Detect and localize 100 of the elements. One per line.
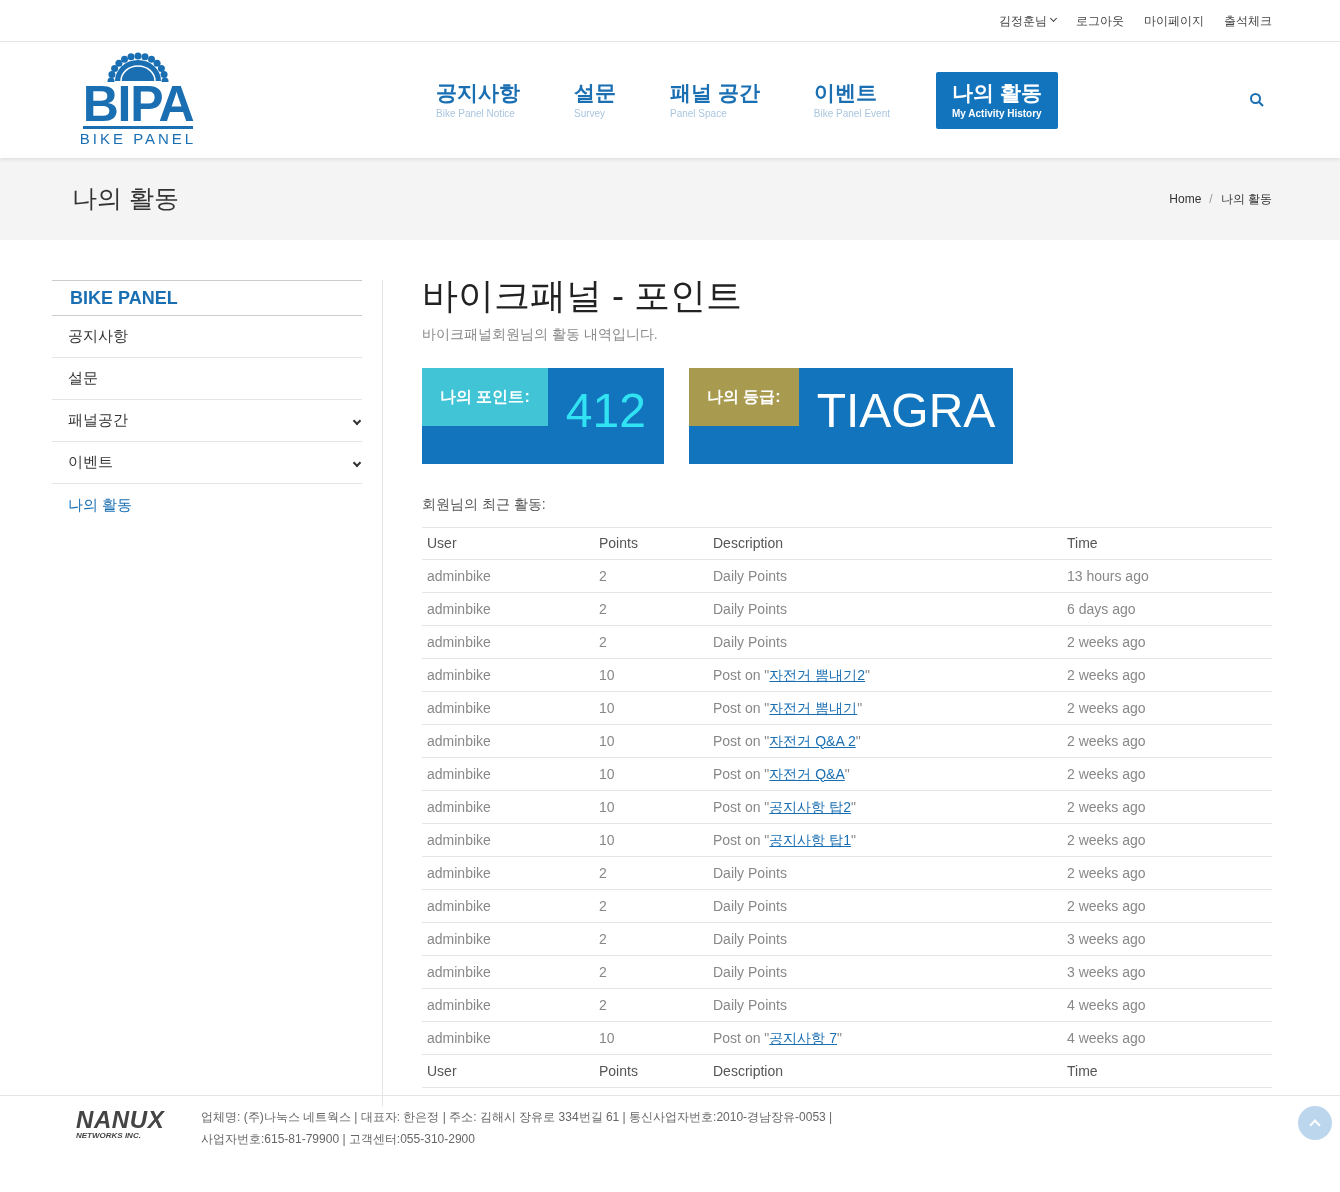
- sidebar-item[interactable]: 패널공간: [52, 400, 362, 442]
- section-subtitle: 바이크패널회원님의 활동 내역입니다.: [422, 325, 659, 344]
- table-cell-text: 10: [598, 731, 616, 751]
- column-footer: Time: [1062, 1060, 1272, 1082]
- footer-logo: NANUX: [76, 1110, 165, 1130]
- section-title: 바이크패널 - 포인트: [422, 274, 743, 318]
- post-link[interactable]: 공지사항 7: [769, 1029, 838, 1046]
- table-cell-text: Post on "자전거 뽐내기": [712, 698, 864, 718]
- table-cell-text: 2: [598, 863, 608, 883]
- table-cell-text: adminbike: [426, 962, 492, 982]
- top-link[interactable]: 출석체크: [1224, 11, 1272, 30]
- sidebar-item[interactable]: 나의 활동: [52, 484, 362, 526]
- table-cell-text: Daily Points: [712, 896, 788, 916]
- column-header: Points: [598, 534, 639, 553]
- table-cell-text: adminbike: [426, 929, 492, 949]
- table-cell-text: 2: [598, 632, 608, 652]
- table-cell-text: 10: [598, 797, 616, 817]
- post-link[interactable]: 자전거 뽐내기: [769, 699, 858, 716]
- logo-tagline: BIKE PANEL: [79, 128, 197, 149]
- stat-label: 나의 포인트:: [422, 368, 548, 426]
- table-cell-text: 2: [598, 962, 608, 982]
- table-cell-text: 2: [598, 896, 608, 916]
- table-cell-text: Daily Points: [712, 566, 788, 586]
- table-cell-text: adminbike: [426, 731, 492, 751]
- table-cell-text: adminbike: [426, 1028, 492, 1048]
- column-header: Time: [1066, 534, 1099, 553]
- table-cell-text: Post on "공지사항 탑1": [712, 830, 857, 850]
- table-cell-text: Daily Points: [712, 863, 788, 883]
- nav-item[interactable]: 나의 활동 My Activity History: [936, 71, 1058, 129]
- table-cell-text: 2 weeks ago: [1066, 896, 1147, 916]
- table-cell-text: 13 hours ago: [1066, 566, 1150, 586]
- column-footer: Points: [594, 1060, 708, 1082]
- page-title: 나의 활동: [72, 183, 179, 215]
- sidebar-heading: BIKE PANEL: [70, 286, 178, 310]
- table-cell-text: Post on "공지사항 탑2": [712, 797, 857, 817]
- top-link[interactable]: 로그아웃: [1076, 11, 1124, 30]
- table-cell-text: Post on "자전거 Q&A 2": [712, 731, 862, 751]
- table-cell-text: adminbike: [426, 566, 492, 586]
- top-link[interactable]: 마이페이지: [1144, 11, 1204, 30]
- table-cell-text: Daily Points: [712, 599, 788, 619]
- column-header: Description: [712, 534, 785, 553]
- company-info: 업체명: (주)나눅스 네트웍스 | 대표자: 한은정 | 주소: 김해시 장유로 334번길 61 | 통신사업자번호:2010-경남장유-0053 |: [201, 1109, 833, 1126]
- table-cell-text: adminbike: [426, 632, 492, 652]
- table-cell-text: 10: [598, 1028, 616, 1048]
- table-cell-text: 2 weeks ago: [1066, 632, 1147, 652]
- column-footer: Description: [708, 1060, 1062, 1082]
- table-cell-text: 3 weeks ago: [1066, 962, 1147, 982]
- table-cell-text: Post on "자전거 Q&A": [712, 764, 851, 784]
- column-header: User: [426, 534, 458, 553]
- post-link[interactable]: 자전거 뽐내기2: [769, 666, 866, 683]
- breadcrumb-separator: /: [1209, 191, 1213, 208]
- table-cell-text: adminbike: [426, 665, 492, 685]
- table-cell-text: 6 days ago: [1066, 599, 1137, 619]
- table-cell-text: adminbike: [426, 797, 492, 817]
- table-cell-text: 2: [598, 599, 608, 619]
- table-cell-text: Daily Points: [712, 962, 788, 982]
- table-cell-text: Daily Points: [712, 995, 788, 1015]
- user-menu[interactable]: 김정훈님: [999, 11, 1056, 30]
- sidebar-item[interactable]: 공지사항: [52, 316, 362, 358]
- post-link[interactable]: 공지사항 탑2: [769, 798, 852, 815]
- search-icon[interactable]: [1249, 92, 1265, 108]
- stat-label: 나의 등급:: [688, 368, 799, 426]
- sidebar-item[interactable]: 설문: [52, 358, 362, 400]
- table-cell-text: Daily Points: [712, 929, 788, 949]
- table-caption: 회원님의 최근 활동:: [422, 495, 547, 514]
- table-cell-text: 2 weeks ago: [1066, 764, 1147, 784]
- post-link[interactable]: 자전거 Q&A 2: [769, 732, 856, 749]
- nav-item[interactable]: 공지사항 Bike Panel Notice: [428, 79, 528, 121]
- stat-value: TIAGRA: [816, 383, 996, 439]
- table-cell-text: 3 weeks ago: [1066, 929, 1147, 949]
- footer-logo-subtitle: NETWORKS INC.: [76, 1130, 141, 1142]
- nav-item[interactable]: 설문 Survey: [566, 79, 624, 121]
- table-cell-text: Daily Points: [712, 632, 788, 652]
- company-info: 사업자번호:615-81-79900 | 고객센터:055-310-2900: [201, 1131, 476, 1148]
- table-cell-text: 10: [598, 665, 616, 685]
- table-cell-text: Post on "공지사항 7": [712, 1028, 843, 1048]
- table-cell-text: 2: [598, 995, 608, 1015]
- table-cell-text: adminbike: [426, 830, 492, 850]
- table-cell-text: 2 weeks ago: [1066, 665, 1147, 685]
- table-cell-text: 2 weeks ago: [1066, 830, 1147, 850]
- table-cell-text: adminbike: [426, 995, 492, 1015]
- sidebar-item[interactable]: 이벤트: [52, 442, 362, 484]
- table-cell-text: Post on "자전거 뽐내기2": [712, 665, 871, 685]
- gear-logo-icon: [107, 51, 169, 82]
- breadcrumb-link[interactable]: 나의 활동: [1220, 190, 1272, 208]
- column-footer: User: [422, 1060, 594, 1082]
- nav-item[interactable]: 이벤트 Bike Panel Event: [805, 79, 898, 121]
- table-cell-text: 2: [598, 929, 608, 949]
- logo-wordmark: BIPA: [82, 81, 194, 129]
- table-cell-text: adminbike: [426, 896, 492, 916]
- post-link[interactable]: 공지사항 탑1: [769, 831, 852, 848]
- post-link[interactable]: 자전거 Q&A: [769, 765, 845, 782]
- table-cell-text: adminbike: [426, 764, 492, 784]
- nav-item[interactable]: 패널 공간 Panel Space: [662, 79, 768, 121]
- table-cell-text: 10: [598, 698, 616, 718]
- breadcrumb-link[interactable]: Home: [1169, 190, 1202, 208]
- table-cell-text: 4 weeks ago: [1066, 995, 1147, 1015]
- table-cell-text: 2: [598, 566, 608, 586]
- stat-value: 412: [565, 383, 646, 439]
- table-cell-text: 2 weeks ago: [1066, 863, 1147, 883]
